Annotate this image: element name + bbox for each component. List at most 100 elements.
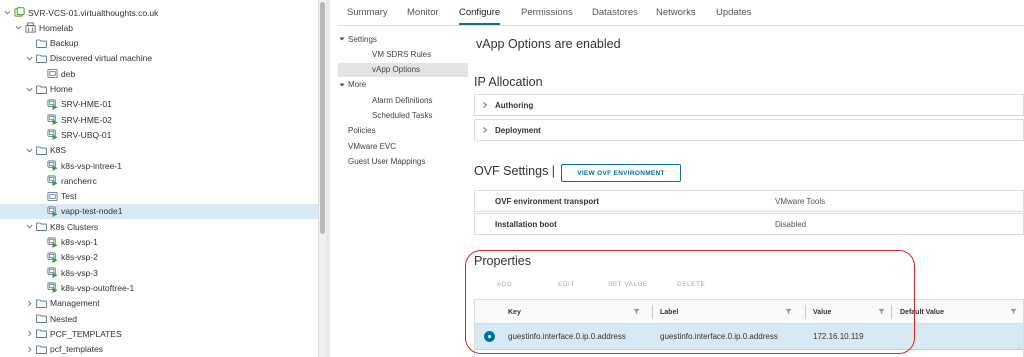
nav-item-label: Policies xyxy=(348,126,376,136)
caret-down-icon[interactable] xyxy=(338,36,346,42)
column-default-value-label: Default Value xyxy=(900,308,944,316)
chevron-down-icon[interactable] xyxy=(25,54,33,62)
tree-item-management[interactable]: Management xyxy=(0,296,318,311)
tab-monitor[interactable]: Monitor xyxy=(407,7,439,18)
folder-icon xyxy=(36,84,47,95)
tree-item-pcf-templates[interactable]: pcf_templates xyxy=(0,342,318,357)
column-label-label: Label xyxy=(660,308,679,316)
nav-item-alarm-definitions[interactable]: Alarm Definitions xyxy=(338,93,468,107)
tab-datastores[interactable]: Datastores xyxy=(592,7,638,18)
chevron-right-icon[interactable] xyxy=(25,345,33,353)
nav-item-scheduled-tasks[interactable]: Scheduled Tasks xyxy=(338,109,468,123)
filter-icon[interactable] xyxy=(878,308,885,315)
add-property-button[interactable]: ADD xyxy=(497,281,512,288)
nav-item-settings[interactable]: Settings xyxy=(338,32,468,46)
chevron-down-icon[interactable] xyxy=(25,223,33,231)
tree-item-k8s-vsp-outoftree-1[interactable]: k8s-vsp-outoftree-1 xyxy=(0,280,318,295)
nav-item-label: Alarm Definitions xyxy=(372,95,433,105)
tree-item-srv-hme-01[interactable]: SRV-HME-01 xyxy=(0,97,318,112)
vm-running-icon xyxy=(47,175,58,187)
column-separator[interactable] xyxy=(652,305,653,319)
tree-item-test[interactable]: Test xyxy=(0,189,318,204)
vm-running-icon xyxy=(47,206,58,217)
pane-splitter[interactable] xyxy=(326,0,330,357)
tab-summary[interactable]: Summary xyxy=(347,7,388,18)
chevron-right-icon[interactable] xyxy=(25,330,33,338)
tree-item-k8s-vsp-1[interactable]: k8s-vsp-1 xyxy=(0,235,318,250)
object-tabs: Summary Monitor Configure Permissions Da… xyxy=(338,0,1024,26)
column-key-label: Key xyxy=(508,308,521,316)
column-header-default-value[interactable]: Default Value xyxy=(900,300,1024,324)
column-header-label[interactable]: Label xyxy=(660,300,800,324)
filter-icon[interactable] xyxy=(785,308,792,315)
ovf-value: VMware Tools xyxy=(775,197,826,206)
chevron-right-icon xyxy=(475,127,495,133)
tree-item-rancherrc[interactable]: rancherrc xyxy=(0,173,318,188)
tree-item-discovered-virtual-machine[interactable]: Discovered virtual machine xyxy=(0,51,318,66)
chevron-right-icon[interactable] xyxy=(25,299,33,307)
deployment-accordion[interactable]: Deployment xyxy=(474,119,1024,141)
tree-item-k8s-vsp-3[interactable]: k8s-vsp-3 xyxy=(0,265,318,280)
tab-configure[interactable]: Configure xyxy=(459,7,501,25)
tree-item-svr-vcs-01-virtualthoughts-co-uk[interactable]: SVR-VCS-01.virtualthoughts.co.uk xyxy=(0,5,318,20)
filter-icon[interactable] xyxy=(1010,308,1017,315)
nav-item-policies[interactable]: Policies xyxy=(338,124,468,138)
column-separator[interactable] xyxy=(891,305,892,319)
nav-item-vm-sdrs-rules[interactable]: VM SDRS Rules xyxy=(338,47,468,61)
chevron-down-icon[interactable] xyxy=(3,9,11,17)
tree-item-pcf-templates[interactable]: PCF_TEMPLATES xyxy=(0,326,318,341)
tree-item-deb[interactable]: deb xyxy=(0,66,318,81)
vm-running-icon xyxy=(47,282,58,294)
nav-item-more[interactable]: More xyxy=(338,78,468,92)
column-separator[interactable] xyxy=(805,305,806,319)
nav-item-guest-user-mappings[interactable]: Guest User Mappings xyxy=(338,154,468,168)
tree-item-k8s[interactable]: K8S xyxy=(0,143,318,158)
tree-scrollbar-thumb[interactable] xyxy=(320,2,325,234)
tree-item-label: Management xyxy=(50,298,100,309)
tree-item-label: deb xyxy=(61,68,76,79)
tree-item-vapp-test-node1[interactable]: vapp-test-node1 xyxy=(0,203,318,219)
row-select-radio[interactable] xyxy=(484,331,495,342)
tree-item-k8s-clusters[interactable]: K8s Clusters xyxy=(0,219,318,234)
set-value-button[interactable]: SET VALUE xyxy=(608,281,648,288)
tree-scrollbar[interactable] xyxy=(318,0,326,357)
authoring-accordion[interactable]: Authoring xyxy=(474,94,1024,116)
tree-item-label: Home xyxy=(50,84,73,94)
chevron-down-icon[interactable] xyxy=(25,85,33,93)
tree-caret-spacer xyxy=(36,131,44,139)
delete-property-button[interactable]: DELETE xyxy=(677,281,705,288)
column-header-value[interactable]: Value xyxy=(813,300,893,324)
edit-property-button[interactable]: EDIT xyxy=(558,281,575,288)
tree-item-srv-hme-02[interactable]: SRV-HME-02 xyxy=(0,112,318,127)
tree-item-srv-ubq-01[interactable]: SRV-UBQ-01 xyxy=(0,127,318,142)
vcenter-icon xyxy=(14,7,25,18)
chevron-down-icon[interactable] xyxy=(25,146,33,154)
inventory-tree: SVR-VCS-01.virtualthoughts.co.uk Homelab B… xyxy=(0,0,318,357)
tab-permissions[interactable]: Permissions xyxy=(521,7,573,18)
table-row[interactable]: guestinfo.interface.0.ip.0.address guest… xyxy=(475,324,1023,350)
chevron-down-icon[interactable] xyxy=(14,24,22,32)
tree-item-label: k8s-vsp-1 xyxy=(61,237,98,247)
view-ovf-environment-button[interactable]: VIEW OVF ENVIRONMENT xyxy=(561,164,681,182)
column-header-key[interactable]: Key xyxy=(508,300,648,324)
vm-running-icon xyxy=(47,160,58,171)
tree-item-k8s-vsp-2[interactable]: k8s-vsp-2 xyxy=(0,250,318,265)
tree-item-label: vapp-test-node1 xyxy=(61,206,123,217)
tab-networks[interactable]: Networks xyxy=(656,7,696,18)
filter-icon[interactable] xyxy=(633,308,640,315)
tree-item-k8s-vsp-intree-1[interactable]: k8s-vsp-intree-1 xyxy=(0,158,318,173)
tree-item-label: Test xyxy=(61,191,77,202)
tree-item-homelab[interactable]: Homelab xyxy=(0,20,318,35)
tree-item-label: SRV-UBQ-01 xyxy=(61,129,112,140)
tree-item-nested[interactable]: Nested xyxy=(0,311,318,326)
tree-item-backup[interactable]: Backup xyxy=(0,36,318,51)
nav-item-vapp-options[interactable]: vApp Options xyxy=(338,62,468,77)
caret-down-icon[interactable] xyxy=(338,82,346,88)
nav-item-vmware-evc[interactable]: VMware EVC xyxy=(338,139,468,153)
tree-caret-spacer xyxy=(36,162,44,170)
tree-item-home[interactable]: Home xyxy=(0,82,318,97)
folder-icon xyxy=(36,313,47,324)
authoring-label: Authoring xyxy=(495,100,534,110)
tree-item-label: PCF_TEMPLATES xyxy=(50,328,122,339)
tab-updates[interactable]: Updates xyxy=(716,7,751,18)
